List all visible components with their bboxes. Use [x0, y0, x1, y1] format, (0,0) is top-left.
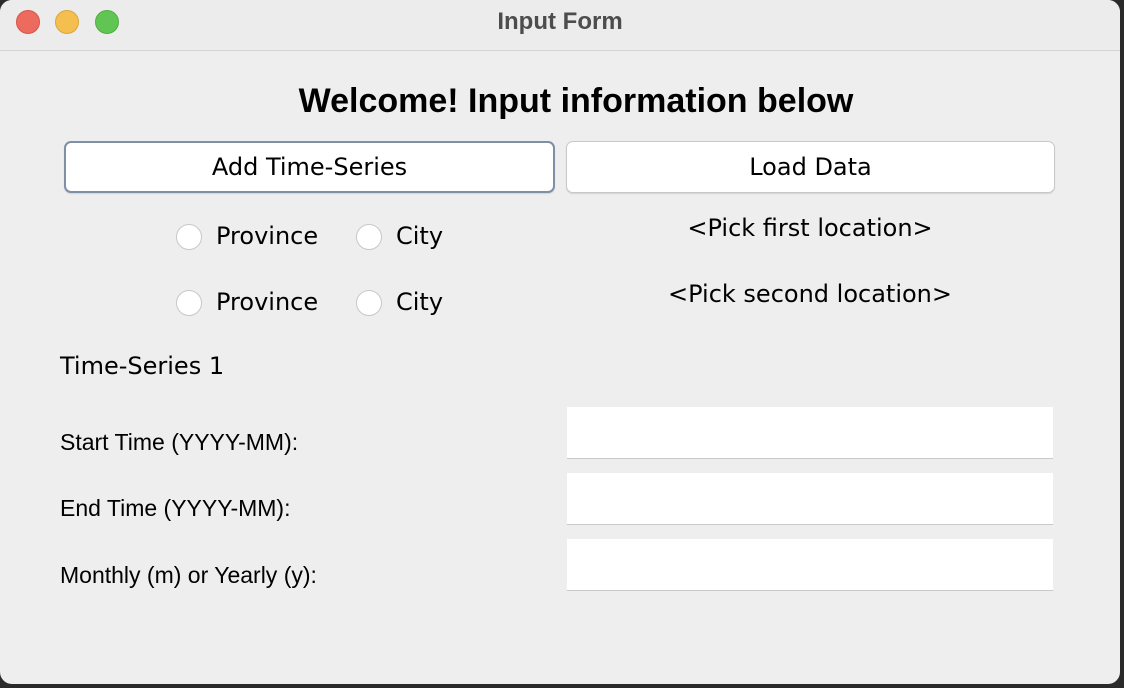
city-radio-label-1[interactable]: City — [396, 222, 443, 250]
province-radio-1[interactable] — [176, 224, 202, 250]
province-radio-2[interactable] — [176, 290, 202, 316]
province-radio-label-2[interactable]: Province — [216, 288, 318, 316]
first-location-label: <Pick first location> — [687, 214, 933, 242]
title-bar[interactable]: Input Form — [0, 0, 1120, 51]
start-time-label: Start Time (YYYY-MM): — [60, 429, 299, 455]
time-series-title: Time-Series 1 — [60, 352, 225, 380]
city-radio-2[interactable] — [356, 290, 382, 316]
city-radio-label-2[interactable]: City — [396, 288, 443, 316]
province-radio-label-1[interactable]: Province — [216, 222, 318, 250]
end-time-label: End Time (YYYY-MM): — [60, 495, 291, 521]
add-time-series-button[interactable]: Add Time-Series — [64, 141, 555, 193]
second-location-label: <Pick second location> — [667, 280, 952, 308]
window-title: Input Form — [497, 8, 623, 35]
frequency-input[interactable] — [567, 539, 1053, 591]
page-heading: Welcome! Input information below — [298, 82, 854, 120]
end-time-input[interactable] — [567, 473, 1053, 525]
frequency-label: Monthly (m) or Yearly (y): — [60, 562, 317, 588]
input-form-window: Input Form Welcome! Input information be… — [0, 0, 1120, 684]
start-time-input[interactable] — [567, 407, 1053, 459]
load-data-button[interactable]: Load Data — [566, 141, 1055, 193]
city-radio-1[interactable] — [356, 224, 382, 250]
